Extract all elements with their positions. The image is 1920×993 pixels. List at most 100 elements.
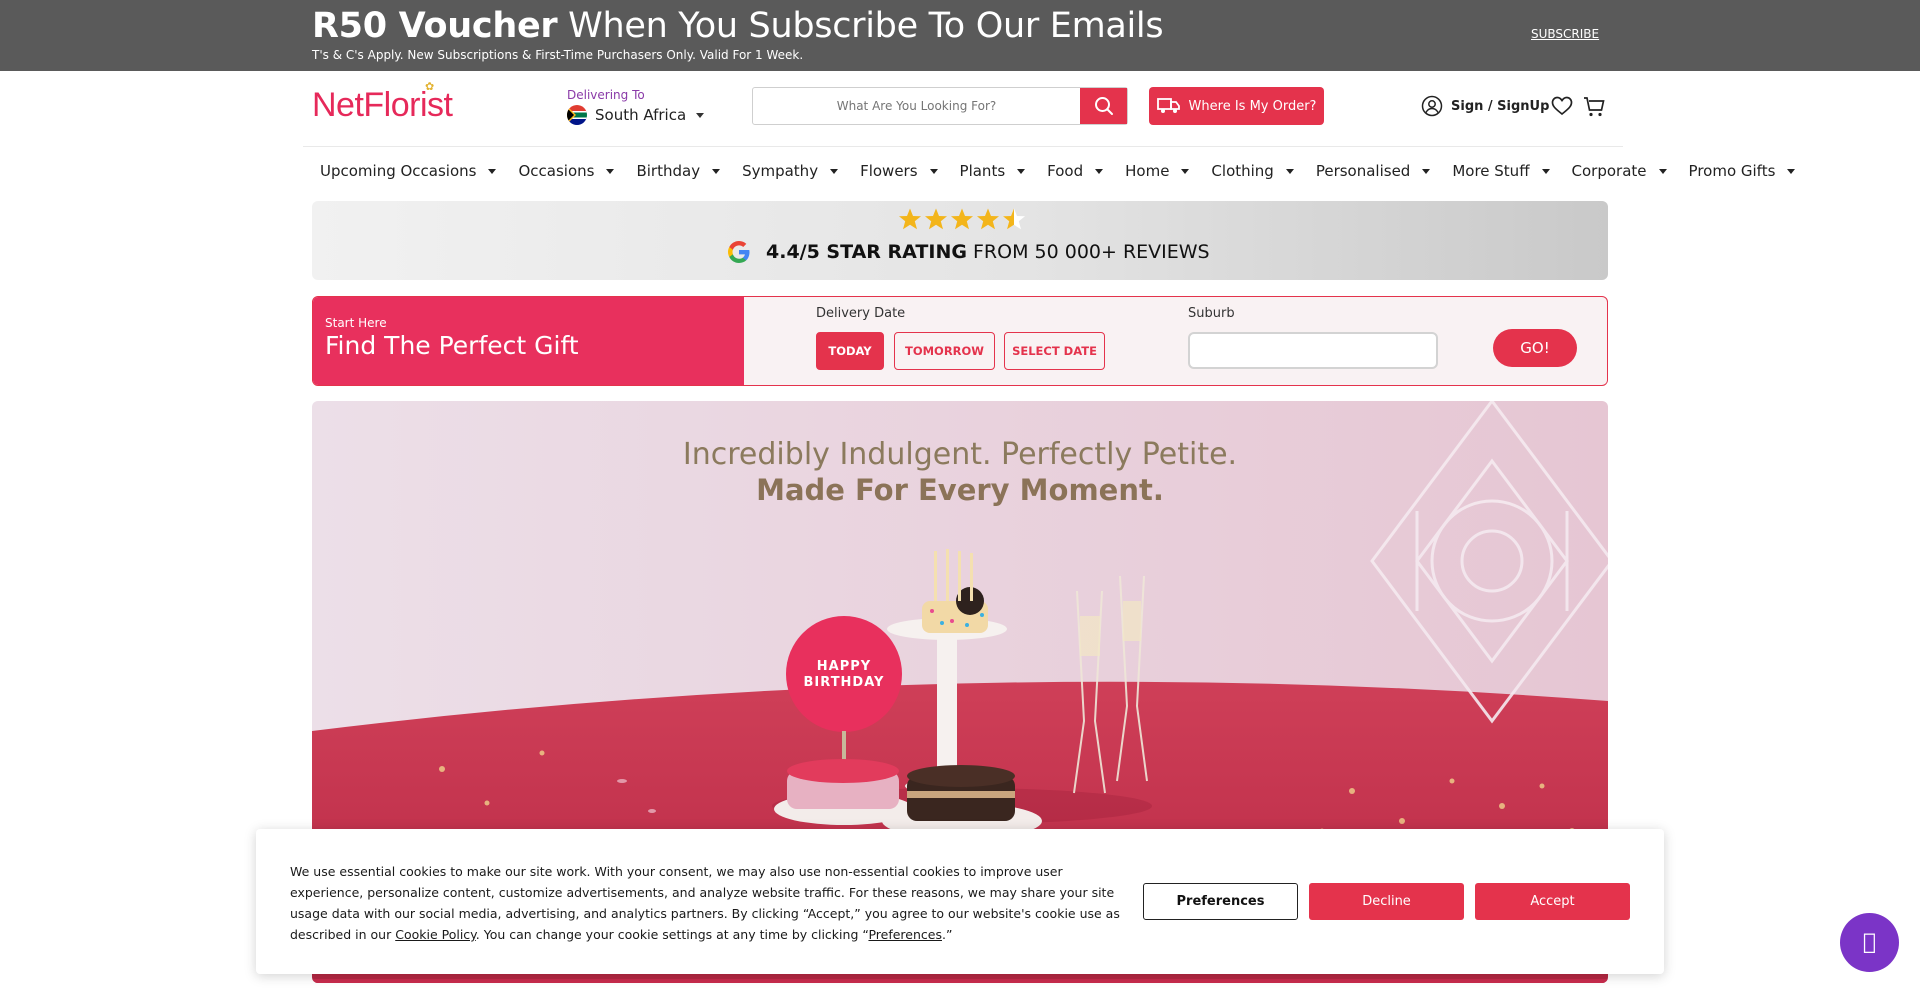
chevron-down-icon [1787, 168, 1796, 174]
gift-finder: Start Here Find The Perfect Gift Deliver… [312, 296, 1608, 386]
hero-headline: Incredibly Indulgent. Perfectly Petite. [682, 437, 1238, 472]
delivery-country-selector[interactable]: Delivering To South Africa [567, 88, 705, 125]
cookie-consent-banner: We use essential cookies to make our sit… [256, 829, 1664, 974]
nav-item-food[interactable]: Food [1039, 162, 1111, 180]
nav-label: Birthday [636, 162, 701, 180]
where-is-my-order-button[interactable]: Where Is My Order? [1149, 87, 1324, 125]
nav-label: Food [1047, 162, 1084, 180]
search-button[interactable] [1080, 88, 1127, 124]
nav-label: Clothing [1211, 162, 1274, 180]
chevron-down-icon [929, 168, 938, 174]
search-input[interactable] [753, 88, 1080, 124]
gift-finder-header: Start Here Find The Perfect Gift [313, 297, 744, 385]
star-icon [899, 208, 921, 230]
chevron-down-icon [606, 168, 615, 174]
chevron-down-icon [712, 168, 721, 174]
order-button-label: Where Is My Order? [1188, 98, 1317, 114]
google-rating-banner: 4.4/5 STAR RATING FROM 50 000+ REVIEWS [312, 201, 1608, 280]
chevron-down-icon [1285, 168, 1294, 174]
star-icon [951, 208, 973, 230]
gift-finder-kicker: Start Here [325, 316, 387, 330]
chevron-down-icon [830, 168, 839, 174]
nav-item-corporate[interactable]: Corporate [1564, 162, 1675, 180]
nav-label: Home [1125, 162, 1170, 180]
search-bar [752, 87, 1128, 125]
heart-icon[interactable] [1551, 96, 1573, 116]
nav-item-occasions[interactable]: Occasions [510, 162, 622, 180]
rating-reviews: FROM 50 000+ REVIEWS [973, 241, 1210, 263]
netflorist-logo[interactable]: NetFlorist ✿ [312, 81, 453, 125]
go-button[interactable]: GO! [1493, 329, 1577, 367]
google-logo-icon [728, 241, 750, 263]
half-star-icon [1003, 208, 1025, 230]
chat-button[interactable]:  [1840, 913, 1899, 972]
south-africa-flag-icon [567, 105, 587, 125]
nav-item-home[interactable]: Home [1117, 162, 1197, 180]
chevron-down-icon [1017, 168, 1026, 174]
cart-icon[interactable] [1583, 96, 1605, 118]
subscribe-link[interactable]: SUBSCRIBE [1531, 27, 1599, 41]
suburb-input[interactable] [1188, 332, 1438, 369]
cookie-decline-button[interactable]: Decline [1309, 883, 1464, 920]
nav-label: Promo Gifts [1688, 162, 1776, 180]
nav-label: Personalised [1315, 162, 1411, 180]
happy-birthday-sign-text: HAPPY BIRTHDAY [803, 659, 885, 690]
tomorrow-button[interactable]: TOMORROW [894, 332, 995, 370]
cookie-text-part: .” [941, 927, 953, 942]
star-icon [977, 208, 999, 230]
gift-finder-title: Find The Perfect Gift [325, 331, 579, 360]
delivery-date-label: Delivery Date [816, 306, 906, 321]
chevron-down-icon [1095, 168, 1104, 174]
chevron-down-icon [488, 168, 497, 174]
nav-label: More Stuff [1452, 162, 1530, 180]
nav-item-birthday[interactable]: Birthday [628, 162, 728, 180]
nav-label: Upcoming Occasions [320, 162, 477, 180]
chevron-down-icon [696, 112, 705, 118]
chevron-down-icon [1422, 168, 1431, 174]
cookie-policy-link[interactable]: Cookie Policy [395, 927, 476, 942]
nav-label: Plants [959, 162, 1006, 180]
promo-title-bold: R50 Voucher [312, 6, 558, 46]
rating-stars [898, 207, 1026, 231]
promo-title-rest: When You Subscribe To Our Emails [557, 6, 1164, 46]
nav-item-promo-gifts[interactable]: Promo Gifts [1681, 162, 1804, 180]
nav-item-sympathy[interactable]: Sympathy [734, 162, 846, 180]
rating-score: 4.4/5 STAR RATING [766, 241, 967, 263]
nav-item-clothing[interactable]: Clothing [1203, 162, 1301, 180]
nav-item-flowers[interactable]: Flowers [852, 162, 945, 180]
nav-label: Sympathy [742, 162, 819, 180]
nav-item-plants[interactable]: Plants [952, 162, 1034, 180]
nav-item-personalised[interactable]: Personalised [1308, 162, 1439, 180]
nav-label: Corporate [1571, 162, 1647, 180]
cookie-accept-button[interactable]: Accept [1475, 883, 1630, 920]
nav-item-more-stuff[interactable]: More Stuff [1444, 162, 1557, 180]
cookie-preferences-button[interactable]: Preferences [1143, 883, 1298, 920]
delivery-truck-icon [1156, 98, 1180, 113]
chevron-down-icon [1541, 168, 1550, 174]
rating-text: 4.4/5 STAR RATING FROM 50 000+ REVIEWS [766, 241, 1210, 263]
preferences-link[interactable]: Preferences [868, 927, 942, 942]
chevron-down-icon [1658, 168, 1667, 174]
nav-label: Flowers [860, 162, 918, 180]
nav-item-upcoming-occasions[interactable]: Upcoming Occasions [312, 162, 504, 180]
sign-in-link[interactable]: Sign / SignUp [1421, 95, 1549, 117]
delivery-country: South Africa [595, 106, 687, 124]
main-nav: Upcoming Occasions Occasions Birthday Sy… [312, 162, 1809, 180]
promo-title: R50 Voucher When You Subscribe To Our Em… [312, 4, 1164, 49]
suburb-label: Suburb [1188, 306, 1235, 321]
promo-subtitle: T's & C's Apply. New Subscriptions & Fir… [312, 48, 804, 62]
cookie-text: We use essential cookies to make our sit… [290, 861, 1130, 945]
nav-label: Occasions [518, 162, 595, 180]
user-icon [1421, 95, 1443, 117]
today-button[interactable]: TODAY [816, 332, 884, 370]
hero-subheadline: Made For Every Moment. [756, 473, 1164, 507]
promo-bar: R50 Voucher When You Subscribe To Our Em… [0, 0, 1920, 71]
chat-icon:  [1863, 930, 1876, 955]
chevron-down-icon [1181, 168, 1190, 174]
delivering-label: Delivering To [567, 88, 645, 102]
select-date-button[interactable]: SELECT DATE [1004, 332, 1105, 370]
star-icon [925, 208, 947, 230]
sign-in-label: Sign / SignUp [1451, 98, 1550, 114]
search-icon [1094, 97, 1113, 115]
cookie-text-part: . You can change your cookie settings at… [475, 927, 869, 942]
